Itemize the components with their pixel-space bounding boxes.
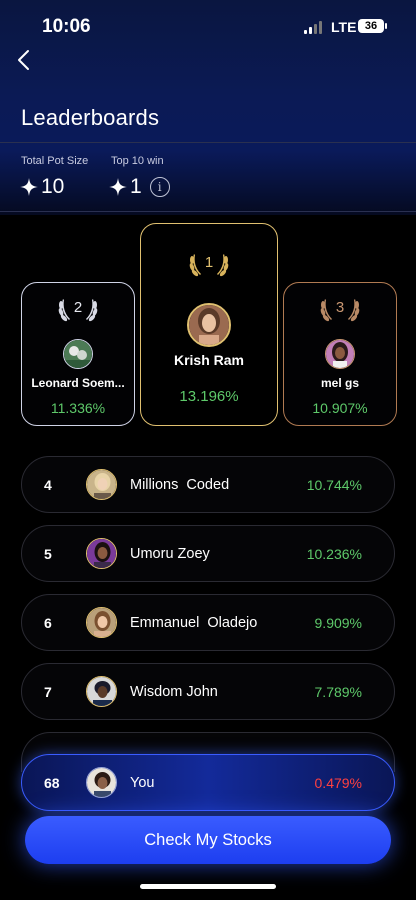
row-name: Emmanuel Oladejo [130, 615, 258, 631]
stats-divider [0, 211, 416, 212]
row-percent: 7.789% [314, 684, 362, 700]
row-name: Wisdom John [130, 684, 218, 700]
avatar [86, 676, 117, 707]
current-user-row[interactable]: 68 You 0.479% [21, 754, 395, 811]
laurel-icon: 1 [186, 248, 232, 282]
avatar [187, 303, 231, 347]
leaderboard-row[interactable]: 5 Umoru Zoey 10.236% [21, 525, 395, 582]
status-bar: 10:06 LTE 36 [0, 0, 416, 52]
info-icon[interactable]: i [149, 177, 170, 197]
battery-icon: 36 [358, 19, 387, 33]
pot-size-value: 10 [20, 175, 64, 199]
page-title: Leaderboards [21, 105, 160, 130]
avatar [63, 339, 93, 369]
pot-size-label: Total Pot Size [21, 155, 89, 167]
podium-rank: 2 [73, 299, 83, 316]
row-rank: 5 [44, 546, 52, 562]
podium-name: Leonard Soem... [31, 376, 125, 390]
row-rank: 68 [44, 775, 60, 791]
podium-rank: 1 [204, 254, 214, 271]
row-percent: 10.744% [306, 477, 362, 493]
sparkle-icon [109, 178, 127, 196]
avatar [86, 767, 117, 798]
podium-name: Krish Ram [173, 352, 245, 368]
row-rank: 7 [44, 684, 52, 700]
podium-rank: 3 [335, 299, 345, 316]
podium-percent: 11.336% [50, 400, 106, 416]
leaderboard-row[interactable]: 4 Millions Coded 10.744% [21, 456, 395, 513]
top10-win-number: 1 [130, 175, 142, 198]
row-name: Umoru Zoey [130, 546, 210, 562]
home-indicator [140, 884, 276, 889]
podium-card-third[interactable]: 3 mel gs 10.907% [283, 282, 397, 426]
podium-card-second[interactable]: 2 Leonard Soem... 11.336% [21, 282, 135, 426]
podium-name: mel gs [320, 376, 359, 390]
row-name: Millions Coded [130, 477, 230, 493]
status-time: 10:06 [42, 16, 91, 37]
row-rank: 6 [44, 615, 52, 631]
laurel-icon: 3 [317, 293, 363, 327]
network-label: LTE [331, 19, 357, 35]
pot-size-number: 10 [41, 175, 65, 198]
sparkle-icon [20, 178, 38, 196]
check-my-stocks-button[interactable]: Check My Stocks [25, 816, 391, 864]
leaderboard-row[interactable]: 6 Emmanuel Oladejo 9.909% [21, 594, 395, 651]
avatar [325, 339, 355, 369]
row-name: You [130, 775, 155, 791]
top10-win-label: Top 10 win [111, 155, 164, 167]
avatar [86, 607, 117, 638]
row-rank: 4 [44, 477, 52, 493]
podium-card-first[interactable]: 1 Krish Ram 13.196% [140, 223, 278, 426]
avatar [86, 538, 117, 569]
row-percent: 9.909% [314, 615, 362, 631]
avatar [86, 469, 117, 500]
back-button[interactable] [14, 48, 36, 72]
row-percent: 10.236% [306, 546, 362, 562]
header-divider [0, 142, 416, 143]
signal-icon [304, 21, 326, 34]
laurel-icon: 2 [55, 293, 101, 327]
leaderboard-row[interactable]: 7 Wisdom John 7.789% [21, 663, 395, 720]
top10-win-value: 1 i [109, 175, 170, 199]
podium-percent: 10.907% [312, 400, 368, 416]
row-percent: 0.479% [314, 775, 362, 791]
chevron-left-icon [18, 50, 29, 70]
podium-percent: 13.196% [179, 388, 239, 405]
